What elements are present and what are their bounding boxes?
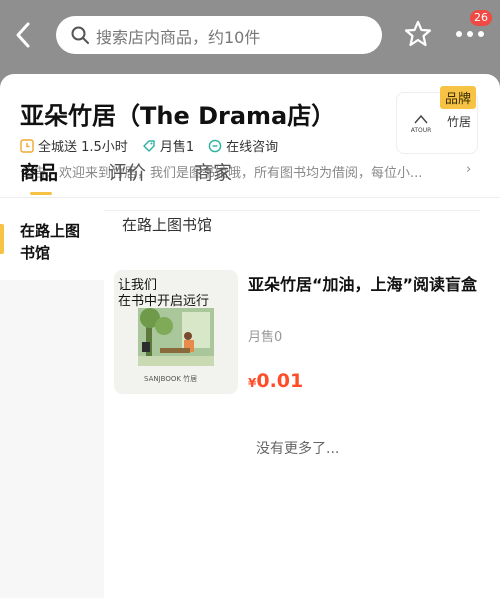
list-end-note: 没有更多了...: [256, 441, 340, 457]
product-item[interactable]: 让我们 在书中开启远行 SANJBOOK 竹居 亚朵竹居“加油，上海”阅读盲盒 …: [114, 270, 490, 394]
product-title[interactable]: 亚朵竹居“加油，上海”阅读盲盒: [248, 274, 486, 296]
section-title: 在路上图书馆: [122, 216, 213, 234]
search-input[interactable]: 搜索店内商品，约10件: [56, 16, 382, 54]
tab-reviews[interactable]: 评价: [108, 158, 146, 185]
logo-text: 竹居: [447, 115, 472, 129]
favorite-button[interactable]: [404, 20, 432, 48]
product-price: ¥0.01: [248, 370, 303, 392]
chat-icon: [208, 139, 222, 152]
atour-logo-mark: ATOUR: [411, 114, 432, 134]
chevron-left-icon: [16, 22, 30, 48]
product-thumbnail[interactable]: 让我们 在书中开启远行 SANJBOOK 竹居: [114, 270, 238, 394]
brand-badge: 品牌: [440, 86, 477, 109]
selected-indicator: [0, 224, 4, 254]
sidebar-item-category[interactable]: 在路上图书馆: [0, 198, 104, 280]
reading-illustration: [138, 308, 214, 366]
back-button[interactable]: [10, 18, 38, 52]
tab-merchant[interactable]: 商家: [194, 158, 232, 185]
search-icon: [71, 26, 89, 44]
product-sales: 月售0: [248, 330, 283, 345]
search-placeholder: 搜索店内商品，约10件: [96, 28, 261, 47]
thumb-caption-line-2: 在书中开启远行: [118, 294, 210, 309]
active-tab-indicator: [30, 192, 52, 195]
store-name: 亚朵竹居（The Drama店）: [20, 102, 336, 130]
star-icon: [404, 20, 432, 47]
notification-badge: 26: [470, 10, 492, 26]
category-sidebar: 在路上图书馆: [0, 198, 104, 598]
price-value: 0.01: [256, 370, 304, 392]
tab-products[interactable]: 商品: [20, 158, 58, 185]
thumb-brandline: SANJBOOK 竹居: [144, 375, 198, 383]
clock-icon: [20, 138, 34, 153]
sidebar-item-label: 在路上图书馆: [20, 222, 81, 262]
tag-icon: [143, 139, 155, 152]
svg-text:ATOUR: ATOUR: [411, 127, 432, 134]
store-tabs: 商品 评价 商家: [0, 152, 500, 196]
